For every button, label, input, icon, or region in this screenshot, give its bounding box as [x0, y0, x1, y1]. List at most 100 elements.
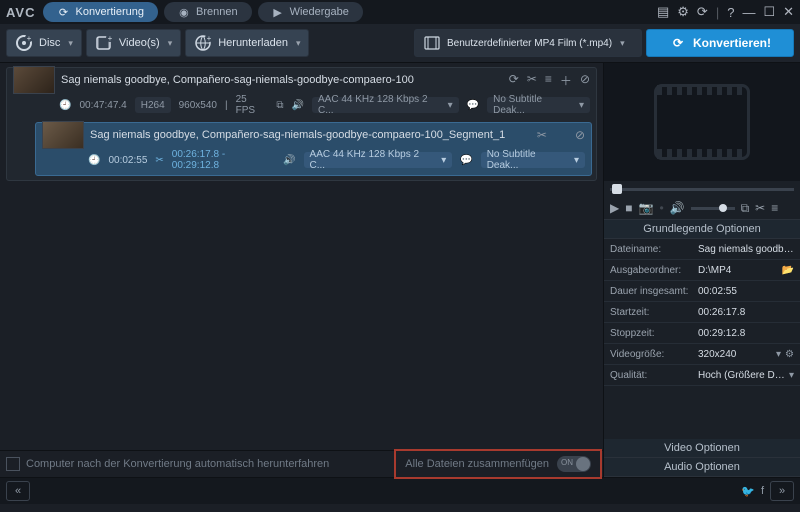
- prop-quality: Qualität:Hoch (Größere Dateigröße)▾: [604, 365, 800, 386]
- chevron-down-icon[interactable]: ▾: [789, 370, 794, 381]
- cut-icon: ✂: [155, 155, 163, 166]
- close-icon[interactable]: ✕: [783, 4, 794, 20]
- film-add-icon: +: [95, 34, 113, 52]
- output-format-selector[interactable]: Benutzerdefinierter MP4 Film (*.mp4) ▾: [414, 29, 642, 57]
- play-button[interactable]: ▶: [610, 201, 619, 215]
- thumbnail: [13, 66, 55, 94]
- chevron-down-icon[interactable]: ▾: [776, 349, 781, 360]
- snapshot-button[interactable]: 📷: [638, 201, 653, 215]
- audio-icon: 🔊: [292, 100, 304, 111]
- cut-icon[interactable]: ✂: [537, 128, 547, 142]
- chevron-down-icon: ▾: [68, 38, 73, 49]
- range-value: 00:26:17.8 - 00:29:12.8: [172, 149, 275, 171]
- prop-video-size: Videogröße:320x240▾⚙: [604, 344, 800, 365]
- duration-value: 00:02:55: [108, 155, 147, 166]
- divider: |: [716, 5, 719, 20]
- toolbar: + Disc ▾ + Video(s) ▾ + Herunterladen ▾ …: [0, 24, 800, 63]
- add-videos-button[interactable]: + Video(s) ▾: [86, 29, 181, 57]
- gear-icon[interactable]: ⚙: [677, 4, 689, 20]
- file-title: Sag niemals goodbye, Compañero-sag-niema…: [61, 74, 509, 86]
- prop-filename: Dateiname:Sag niemals goodbye, Co...: [604, 239, 800, 260]
- tab-label: Wiedergabe: [290, 6, 349, 18]
- app-logo: AVC: [6, 5, 35, 20]
- edit-icon[interactable]: ≡: [545, 72, 552, 89]
- tab-brennen[interactable]: ◉ Brennen: [164, 2, 252, 22]
- shutdown-checkbox[interactable]: [6, 457, 20, 471]
- preview-area: [604, 63, 800, 181]
- add-disc-button[interactable]: + Disc ▾: [6, 29, 82, 57]
- globe-add-icon: +: [194, 34, 212, 52]
- codec-badge: H264: [135, 97, 171, 113]
- shutdown-label: Computer nach der Konvertierung automati…: [26, 458, 329, 470]
- menu-icon[interactable]: ▤: [657, 4, 669, 20]
- prop-total-duration: Dauer insgesamt:00:02:55: [604, 281, 800, 302]
- file-item[interactable]: Sag niemals goodbye, Compañero-sag-niema…: [6, 67, 597, 181]
- help-icon[interactable]: ?: [727, 5, 734, 20]
- facebook-icon[interactable]: f: [761, 485, 764, 497]
- resolution-value: 960x540: [179, 100, 217, 111]
- subtitle-selector[interactable]: No Subtitle Deak...▾: [487, 97, 590, 113]
- segment-item[interactable]: Sag niemals goodbye, Compañero-sag-niema…: [35, 122, 592, 176]
- tab-konvertierung[interactable]: ⟳ Konvertierung: [43, 2, 158, 22]
- tab-bar: AVC ⟳ Konvertierung ◉ Brennen ▶ Wiederga…: [0, 0, 800, 24]
- divider: |: [225, 100, 228, 111]
- cut-icon[interactable]: ✂: [755, 201, 765, 215]
- play-icon: ▶: [272, 6, 284, 18]
- svg-text:+: +: [27, 34, 32, 43]
- remove-icon[interactable]: ⊘: [575, 128, 585, 142]
- volume-icon[interactable]: 🔊: [670, 201, 685, 215]
- folder-open-icon[interactable]: 📂: [782, 265, 794, 276]
- volume-slider[interactable]: [691, 207, 735, 210]
- audio-options-header[interactable]: Audio Optionen: [604, 458, 800, 477]
- refresh-icon[interactable]: ⟳: [697, 4, 708, 20]
- fps-value: 25 FPS: [236, 94, 269, 116]
- button-label: Disc: [39, 37, 60, 49]
- gear-icon[interactable]: ⚙: [785, 349, 794, 360]
- remove-icon[interactable]: ⊘: [580, 72, 590, 89]
- audio-track-selector[interactable]: AAC 44 KHz 128 Kbps 2 C...▾: [312, 97, 459, 113]
- add-segment-icon[interactable]: ＋: [560, 72, 572, 89]
- preview-timeline[interactable]: [604, 181, 800, 197]
- collapse-right-button[interactable]: »: [770, 481, 794, 501]
- prop-start-time: Startzeit:00:26:17.8: [604, 302, 800, 323]
- main-area: Sag niemals goodbye, Compañero-sag-niema…: [0, 63, 800, 477]
- twitter-icon[interactable]: 🐦: [741, 485, 755, 498]
- convert-button[interactable]: ⟳ Konvertieren!: [646, 29, 794, 57]
- list-footer: Computer nach der Konvertierung automati…: [0, 450, 603, 477]
- video-options-header[interactable]: Video Optionen: [604, 439, 800, 458]
- cut-icon[interactable]: ✂: [527, 72, 537, 89]
- merge-label: Alle Dateien zusammenfügen: [405, 458, 549, 470]
- chevron-down-icon: ▾: [168, 38, 173, 49]
- subtitle-selector[interactable]: No Subtitle Deak...▾: [481, 152, 585, 168]
- segment-title: Sag niemals goodbye, Compañero-sag-niema…: [90, 129, 537, 141]
- preview-controls: ▶ ■ 📷 • 🔊 ⧉ ✂ ≡: [604, 197, 800, 220]
- file-list-panel: Sag niemals goodbye, Compañero-sag-niema…: [0, 63, 604, 477]
- collapse-left-button[interactable]: «: [6, 481, 30, 501]
- tab-label: Brennen: [196, 6, 238, 18]
- window-controls: ▤ ⚙ ⟳ | ? ― ☐ ✕: [657, 4, 794, 20]
- basic-options-header[interactable]: Grundlegende Optionen: [604, 220, 800, 239]
- refresh-icon[interactable]: ⟳: [509, 72, 519, 89]
- maximize-icon[interactable]: ☐: [763, 4, 775, 20]
- audio-icon: 🔊: [283, 155, 295, 166]
- thumbnail: [42, 121, 84, 149]
- button-label: Konvertieren!: [693, 36, 771, 50]
- stop-button[interactable]: ■: [625, 201, 632, 215]
- status-bar: « 🐦 f »: [0, 477, 800, 504]
- link-icon[interactable]: ⧉: [741, 201, 750, 216]
- tab-wiedergabe[interactable]: ▶ Wiedergabe: [258, 2, 363, 22]
- disc-icon: ◉: [178, 6, 190, 18]
- edit-icon[interactable]: ≡: [771, 201, 778, 215]
- film-icon: [423, 34, 441, 52]
- 3d-icon[interactable]: ⧉: [276, 100, 283, 111]
- chevron-down-icon: ▾: [296, 38, 301, 49]
- minimize-icon[interactable]: ―: [742, 5, 755, 20]
- merge-toggle[interactable]: ON: [557, 456, 591, 472]
- tab-label: Konvertierung: [75, 6, 144, 18]
- button-label: Video(s): [119, 37, 160, 49]
- format-label: Benutzerdefinierter MP4 Film (*.mp4): [447, 38, 612, 49]
- side-panel: ▶ ■ 📷 • 🔊 ⧉ ✂ ≡ Grundlegende Optionen Da…: [604, 63, 800, 477]
- subtitle-icon: 💬: [467, 100, 479, 111]
- download-button[interactable]: + Herunterladen ▾: [185, 29, 309, 57]
- audio-track-selector[interactable]: AAC 44 KHz 128 Kbps 2 C...▾: [304, 152, 453, 168]
